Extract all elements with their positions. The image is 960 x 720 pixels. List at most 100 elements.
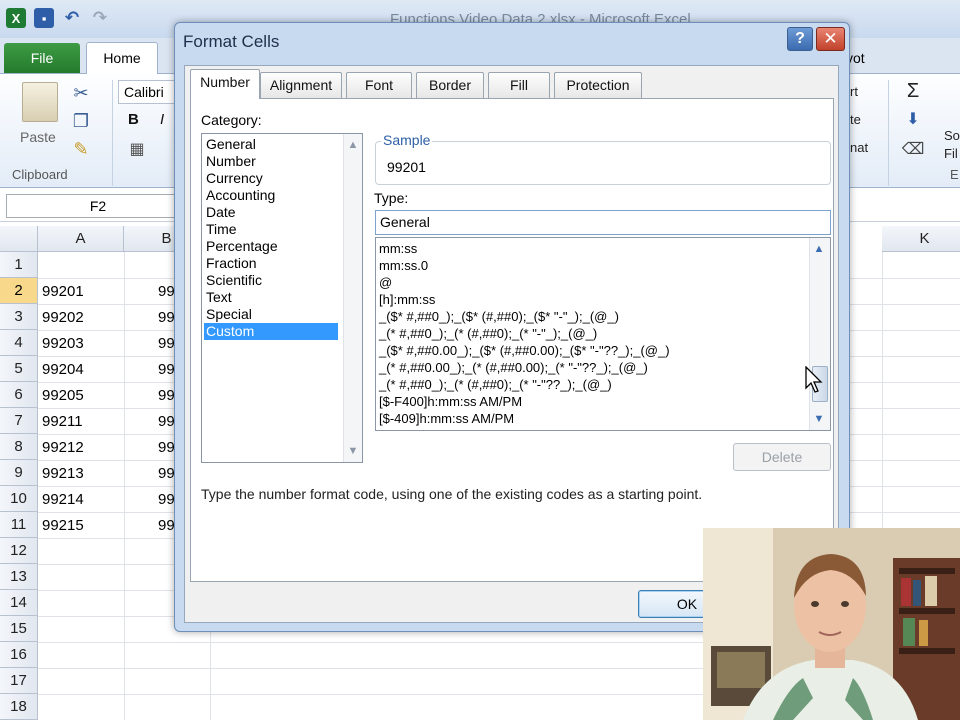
row-header[interactable]: 7 [0,408,38,434]
cell-b9[interactable]: 99 [158,465,175,482]
row-header[interactable]: 3 [0,304,38,330]
format-code-item[interactable]: _(* #,##0_);_(* (#,##0);_(* "-"_);_(@_) [379,325,597,342]
format-code-item[interactable]: @ [379,274,392,291]
paste-button[interactable]: Paste [20,129,56,145]
row-header[interactable]: 4 [0,330,38,356]
font-name-combo[interactable]: Calibri [118,80,178,104]
category-item-scientific[interactable]: Scientific [204,272,338,289]
tab-number[interactable]: Number [190,69,260,99]
format-list-scrollbar[interactable]: ▲ ▼ [809,238,830,430]
row-header[interactable]: 1 [0,252,38,278]
row-header-active[interactable]: 2 [0,278,38,304]
delete-button[interactable]: Delete [733,443,831,471]
format-fragment[interactable]: nat [850,140,868,155]
column-header-k[interactable]: K [882,226,960,252]
tab-alignment[interactable]: Alignment [260,72,342,98]
row-header[interactable]: 10 [0,486,38,512]
cell-a5[interactable]: 99204 [42,361,84,378]
category-item-fraction[interactable]: Fraction [204,255,338,272]
category-item-special[interactable]: Special [204,306,338,323]
chevron-down-icon[interactable]: ▼ [810,410,828,428]
format-code-item[interactable]: _(* #,##0.00_);_(* (#,##0.00);_(* "-"??_… [379,359,648,376]
cell-a8[interactable]: 99212 [42,439,84,456]
chevron-down-icon[interactable]: ▼ [344,442,362,460]
category-item-accounting[interactable]: Accounting [204,187,338,204]
format-painter-icon[interactable]: ✎ [68,136,94,162]
row-header[interactable]: 18 [0,694,38,720]
cell-b5[interactable]: 99 [158,361,175,378]
copy-icon[interactable]: ❐ [68,108,94,134]
row-header[interactable]: 17 [0,668,38,694]
category-item-date[interactable]: Date [204,204,338,221]
category-item-time[interactable]: Time [204,221,338,238]
row-header[interactable]: 15 [0,616,38,642]
tab-fill[interactable]: Fill [488,72,550,98]
redo-icon[interactable]: ↷ [90,8,110,28]
cell-b2[interactable]: 99 [158,283,175,300]
undo-icon[interactable]: ↶ [62,8,82,28]
save-icon[interactable]: ▪ [34,8,54,28]
format-code-item[interactable]: mm:ss.0 [379,257,428,274]
category-item-text[interactable]: Text [204,289,338,306]
row-header[interactable]: 5 [0,356,38,382]
cell-a10[interactable]: 99214 [42,491,84,508]
category-scrollbar[interactable]: ▲ ▼ [343,134,362,462]
tab-protection[interactable]: Protection [554,72,642,98]
cell-a7[interactable]: 99211 [42,413,83,430]
borders-icon[interactable]: ▦ [124,136,150,162]
format-code-item[interactable]: mm:ss [379,240,417,257]
format-code-item[interactable]: _(* #,##0_);_(* (#,##0);_(* "-"??_);_(@_… [379,376,612,393]
sum-icon[interactable]: Σ [900,78,926,104]
category-item-percentage[interactable]: Percentage [204,238,338,255]
category-item-number[interactable]: Number [204,153,338,170]
type-input[interactable]: General [375,210,831,235]
delete-fragment[interactable]: te [850,112,861,127]
tab-border[interactable]: Border [416,72,484,98]
cell-a6[interactable]: 99205 [42,387,84,404]
sort-filter-fragment[interactable]: So [944,128,960,143]
format-code-item[interactable]: [$-409]h:mm:ss AM/PM [379,410,514,427]
column-header-a[interactable]: A [38,226,124,252]
name-box[interactable]: F2 [6,194,190,218]
sort-fragment[interactable]: rt [850,84,858,99]
format-code-item[interactable]: _($* #,##0.00_);_($* (#,##0.00);_($* "-"… [379,342,670,359]
cell-b8[interactable]: 99 [158,439,175,456]
help-button[interactable]: ? [787,27,813,51]
tab-file[interactable]: File [4,43,80,73]
row-header[interactable]: 11 [0,512,38,538]
cell-a11[interactable]: 99215 [42,517,84,534]
row-header[interactable]: 16 [0,642,38,668]
format-code-item[interactable]: _($* #,##0_);_($* (#,##0);_($* "-"_);_(@… [379,308,619,325]
tab-home[interactable]: Home [86,42,158,75]
category-item-custom[interactable]: Custom [204,323,338,340]
fill-icon[interactable]: ⬇ [900,106,926,132]
cell-b4[interactable]: 99 [158,335,175,352]
clear-icon[interactable]: ⌫ [900,136,926,162]
cell-b3[interactable]: 99 [158,309,175,326]
tab-font[interactable]: Font [346,72,412,98]
category-item-general[interactable]: General [204,136,338,153]
category-item-currency[interactable]: Currency [204,170,338,187]
row-header[interactable]: 12 [0,538,38,564]
cell-a9[interactable]: 99213 [42,465,84,482]
chevron-up-icon[interactable]: ▲ [344,136,362,154]
row-header[interactable]: 13 [0,564,38,590]
category-listbox[interactable]: General Number Currency Accounting Date … [201,133,363,463]
excel-logo-icon[interactable]: X [6,8,26,28]
cell-a3[interactable]: 99202 [42,309,84,326]
chevron-up-icon[interactable]: ▲ [810,240,828,258]
cell-b6[interactable]: 99 [158,387,175,404]
format-code-item[interactable]: [h]:mm:ss [379,291,435,308]
bold-button[interactable]: B [128,111,139,128]
select-all-corner[interactable] [0,226,38,252]
row-header[interactable]: 9 [0,460,38,486]
row-header[interactable]: 6 [0,382,38,408]
row-header[interactable]: 14 [0,590,38,616]
format-code-listbox[interactable]: mm:ss mm:ss.0 @ [h]:mm:ss _($* #,##0_);_… [375,237,831,431]
close-button[interactable]: ✕ [816,27,845,51]
cell-b11[interactable]: 99 [158,517,175,534]
row-header[interactable]: 8 [0,434,38,460]
cell-b7[interactable]: 99 [158,413,175,430]
format-code-item[interactable]: [$-F400]h:mm:ss AM/PM [379,393,522,410]
paste-icon[interactable] [22,82,58,122]
